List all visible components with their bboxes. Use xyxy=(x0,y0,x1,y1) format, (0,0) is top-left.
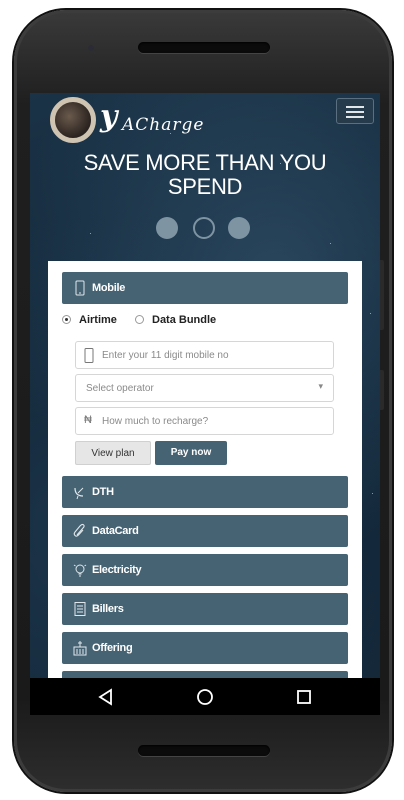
menu-bar-icon xyxy=(346,106,364,108)
view-plan-button[interactable]: View plan xyxy=(75,441,151,465)
billers-label: Billers xyxy=(92,603,124,615)
electricity-section-header[interactable]: Electricity xyxy=(62,554,348,586)
naira-icon: ₦ xyxy=(84,414,92,426)
menu-bar-icon xyxy=(346,116,364,118)
billers-section-header[interactable]: Billers xyxy=(62,593,348,625)
satellite-dish-icon xyxy=(74,487,84,500)
top-speaker xyxy=(138,42,270,53)
home-icon[interactable] xyxy=(195,687,215,707)
recharge-card: Mobile Airtime Data Bundle Enter your 11… xyxy=(48,261,362,715)
brand-logo[interactable]: y ACharge xyxy=(50,97,250,147)
chevron-down-icon: ▾ xyxy=(318,381,323,391)
lightbulb-icon xyxy=(73,564,87,577)
app-screen: y ACharge SAVE MORE THAN YOU SPEND Mobil… xyxy=(30,93,380,715)
datacard-section-header[interactable]: DataCard xyxy=(62,515,348,547)
pay-now-button[interactable]: Pay now xyxy=(155,441,227,465)
dth-label: DTH xyxy=(92,486,114,498)
airtime-radio[interactable] xyxy=(62,315,71,324)
mobile-phone-icon xyxy=(84,348,94,363)
data-bundle-radio[interactable] xyxy=(135,315,144,324)
carousel-indicators xyxy=(156,217,256,239)
airtime-label[interactable]: Airtime xyxy=(79,314,117,326)
carousel-dot-active[interactable] xyxy=(193,217,215,239)
mobile-section-header[interactable]: Mobile xyxy=(62,272,348,304)
android-navigation-bar xyxy=(30,678,380,715)
carousel-dot[interactable] xyxy=(228,217,250,239)
offering-section-header[interactable]: Offering xyxy=(62,632,348,664)
mobile-number-input[interactable]: Enter your 11 digit mobile no xyxy=(75,341,334,369)
menu-bar-icon xyxy=(346,111,364,113)
operator-select[interactable]: Select operator ▾ xyxy=(75,374,334,402)
mobile-section-label: Mobile xyxy=(92,282,126,294)
bottom-speaker xyxy=(138,745,270,756)
hamburger-menu-button[interactable] xyxy=(336,98,374,124)
headline-line-1: SAVE MORE THAN YOU xyxy=(83,150,327,175)
logo-wordmark: ACharge xyxy=(122,115,205,135)
electricity-label: Electricity xyxy=(92,564,142,576)
amount-input[interactable]: ₦ How much to recharge? xyxy=(75,407,334,435)
logo-ring-icon xyxy=(50,97,96,143)
paperclip-icon xyxy=(73,523,85,537)
church-icon xyxy=(73,641,87,656)
logo-letter: y xyxy=(100,99,118,134)
mobile-phone-icon xyxy=(75,280,85,296)
headline-line-2: SPEND xyxy=(167,174,243,199)
document-icon xyxy=(74,602,86,616)
banner-headline: SAVE MORE THAN YOU SPEND xyxy=(30,151,380,199)
amount-placeholder: How much to recharge? xyxy=(102,416,209,427)
data-bundle-label[interactable]: Data Bundle xyxy=(152,314,216,326)
recent-apps-icon[interactable] xyxy=(294,687,314,707)
dth-section-header[interactable]: DTH xyxy=(62,476,348,508)
back-icon[interactable] xyxy=(96,687,116,707)
mobile-number-placeholder: Enter your 11 digit mobile no xyxy=(102,350,229,361)
operator-select-value: Select operator xyxy=(86,383,154,394)
datacard-label: DataCard xyxy=(92,525,139,537)
carousel-dot[interactable] xyxy=(156,217,178,239)
front-camera xyxy=(88,45,94,51)
offering-label: Offering xyxy=(92,642,133,654)
